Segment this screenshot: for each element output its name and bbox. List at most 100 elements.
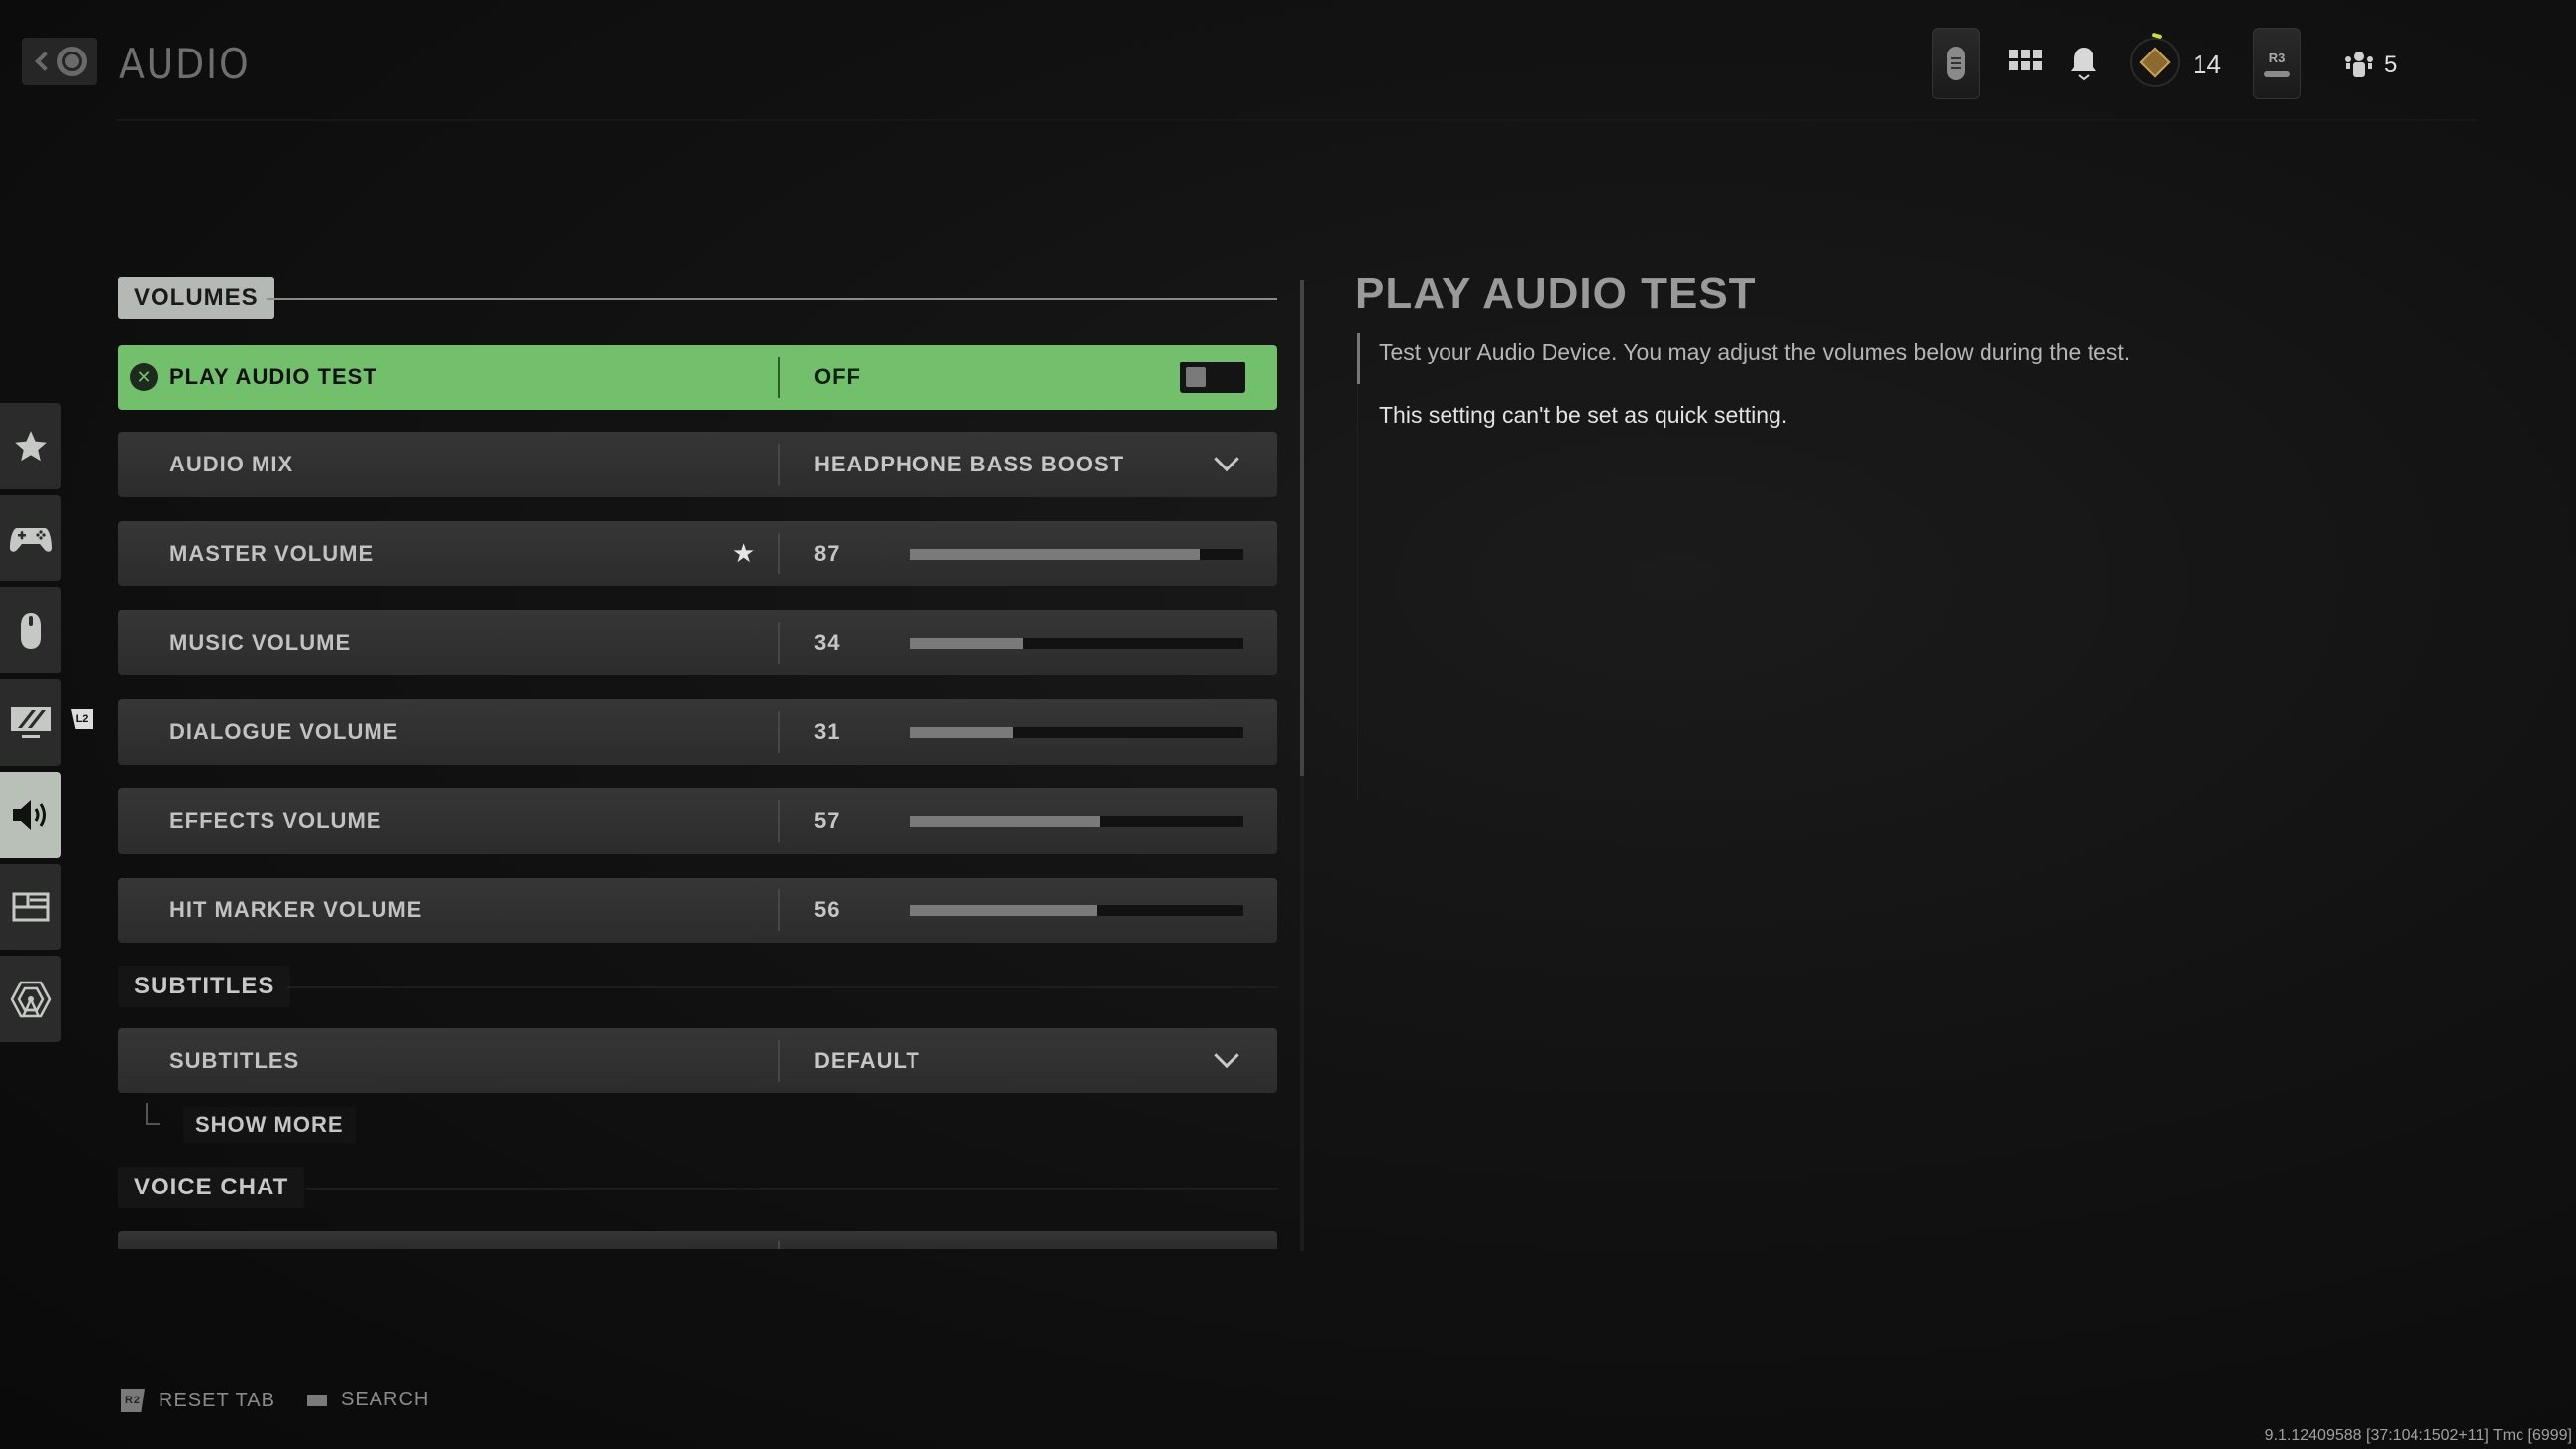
section-title: VOLUMES <box>118 277 274 319</box>
back-button[interactable] <box>22 38 97 85</box>
slider-fill <box>910 726 1014 738</box>
setting-label: MUSIC VOLUME <box>169 630 352 655</box>
apps-grid-button[interactable] <box>2009 50 2042 70</box>
reset-tab-button[interactable]: R2 RESET TAB <box>121 1389 275 1412</box>
setting-value: 34 <box>814 630 841 655</box>
rank-badge[interactable] <box>2130 38 2180 87</box>
setting-row-dialogue-volume[interactable]: DIALOGUE VOLUME 31 <box>118 699 1277 765</box>
row-divider <box>778 622 780 664</box>
section-divider <box>267 298 1277 300</box>
search-button[interactable]: SEARCH <box>307 1389 429 1411</box>
volume-slider[interactable] <box>910 637 1243 649</box>
section-header-volumes: VOLUMES <box>118 277 274 319</box>
setting-detail-panel: PLAY AUDIO TEST Test your Audio Device. … <box>1355 269 2346 800</box>
setting-label: MASTER VOLUME <box>169 541 375 566</box>
setting-value: 57 <box>814 808 841 833</box>
search-label: SEARCH <box>341 1389 430 1410</box>
setting-value: 56 <box>814 897 841 922</box>
row-divider <box>778 889 780 931</box>
page-title: AUDIO <box>119 40 251 88</box>
setting-value: OFF <box>814 364 861 389</box>
party-icon <box>2345 52 2373 77</box>
sidebar-item-controller[interactable] <box>0 495 61 581</box>
build-info: 9.1.12409588 [37:104:1502+11] Tmc [6999] <box>2264 1427 2572 1444</box>
detail-guide-line <box>1357 384 1358 800</box>
detail-description: Test your Audio Device. You may adjust t… <box>1379 339 2131 364</box>
setting-label: SUBTITLES <box>169 1048 300 1073</box>
row-divider <box>778 800 780 842</box>
circle-button-icon <box>57 47 87 76</box>
r3-stick-icon <box>2264 70 2290 77</box>
party-count: 5 <box>2384 52 2398 78</box>
detail-accent-bar <box>1357 333 1360 384</box>
setting-label: PLAY AUDIO TEST <box>169 364 377 389</box>
row-divider <box>778 444 780 485</box>
show-more-button[interactable]: SHOW MORE <box>146 1103 770 1143</box>
play-audio-test-toggle[interactable] <box>1180 362 1245 393</box>
favorite-star-icon[interactable]: ★ <box>732 539 755 569</box>
row-divider <box>778 533 780 574</box>
top-bar: 14 R3 5 <box>1922 28 2457 101</box>
touchpad-icon <box>1947 47 1965 80</box>
star-icon <box>15 430 47 461</box>
touchpad-button[interactable] <box>1932 28 1980 99</box>
detail-title: PLAY AUDIO TEST <box>1355 269 1757 318</box>
setting-row-effects-volume[interactable]: EFFECTS VOLUME 57 <box>118 788 1277 854</box>
setting-value: DEFAULT <box>814 1048 920 1073</box>
setting-row-music-volume[interactable]: MUSIC VOLUME 34 <box>118 610 1277 675</box>
setting-row-play-audio-test[interactable]: ✕ PLAY AUDIO TEST OFF <box>118 345 1277 410</box>
slider-fill <box>910 815 1101 827</box>
volume-slider[interactable] <box>910 904 1243 916</box>
detail-note: This setting can't be set as quick setti… <box>1379 402 1788 428</box>
rank-icon <box>2130 38 2180 87</box>
chevron-down-icon[interactable] <box>1214 1042 1239 1069</box>
sidebar-item-mouse-keyboard[interactable] <box>0 587 61 673</box>
slider-fill <box>910 548 1201 560</box>
section-title: VOICE CHAT <box>118 1167 305 1208</box>
setting-row-audio-mix[interactable]: AUDIO MIX HEADPHONE BASS BOOST <box>118 432 1277 497</box>
speaker-icon <box>13 799 46 830</box>
settings-sidebar <box>0 403 61 1048</box>
sidebar-item-interface[interactable] <box>0 864 61 950</box>
setting-row-subtitles[interactable]: SUBTITLES DEFAULT <box>118 1028 1277 1093</box>
r3-button[interactable]: R3 <box>2253 28 2301 99</box>
monitor-icon <box>11 706 51 738</box>
sidebar-item-audio[interactable] <box>0 772 61 858</box>
section-header-subtitles: SUBTITLES <box>118 966 291 1007</box>
volume-slider[interactable] <box>910 548 1243 560</box>
setting-label: EFFECTS VOLUME <box>169 808 382 833</box>
section-title: SUBTITLES <box>118 966 291 1007</box>
settings-scrollbar[interactable] <box>1300 280 1304 1251</box>
volume-slider[interactable] <box>910 815 1243 827</box>
row-divider <box>778 711 780 753</box>
section-divider <box>306 1188 1277 1190</box>
notifications-button[interactable] <box>2069 46 2098 81</box>
setting-label: DIALOGUE VOLUME <box>169 719 399 744</box>
keyboard-icon <box>307 1394 327 1406</box>
player-level: 14 <box>2193 50 2221 79</box>
toggle-knob <box>1186 367 1206 387</box>
row-divider <box>778 357 780 398</box>
sidebar-item-account-network[interactable] <box>0 956 61 1042</box>
layout-icon <box>12 892 50 921</box>
section-divider <box>286 986 1277 988</box>
setting-value: HEADPHONE BASS BOOST <box>814 452 1125 476</box>
row-divider <box>778 1241 780 1249</box>
party-button[interactable] <box>2344 50 2374 79</box>
setting-row-master-volume[interactable]: MASTER VOLUME ★ 87 <box>118 521 1277 586</box>
reset-tab-label: RESET TAB <box>159 1389 275 1411</box>
chevron-down-icon[interactable] <box>1214 446 1239 472</box>
scrollbar-thumb[interactable] <box>1300 280 1304 776</box>
volume-slider[interactable] <box>910 726 1243 738</box>
row-divider <box>778 1040 780 1082</box>
setting-row-hit-marker-volume[interactable]: HIT MARKER VOLUME 56 <box>118 878 1277 943</box>
slider-fill <box>910 904 1097 916</box>
network-tower-icon <box>10 981 52 1018</box>
section-header-voice-chat: VOICE CHAT <box>118 1167 305 1208</box>
setting-row-partial[interactable] <box>118 1231 1277 1249</box>
setting-label: HIT MARKER VOLUME <box>169 897 423 922</box>
sidebar-item-graphics[interactable] <box>0 679 61 766</box>
r3-label: R3 <box>2268 50 2286 65</box>
sidebar-item-favorites[interactable] <box>0 403 61 489</box>
chevron-left-icon <box>35 52 54 71</box>
